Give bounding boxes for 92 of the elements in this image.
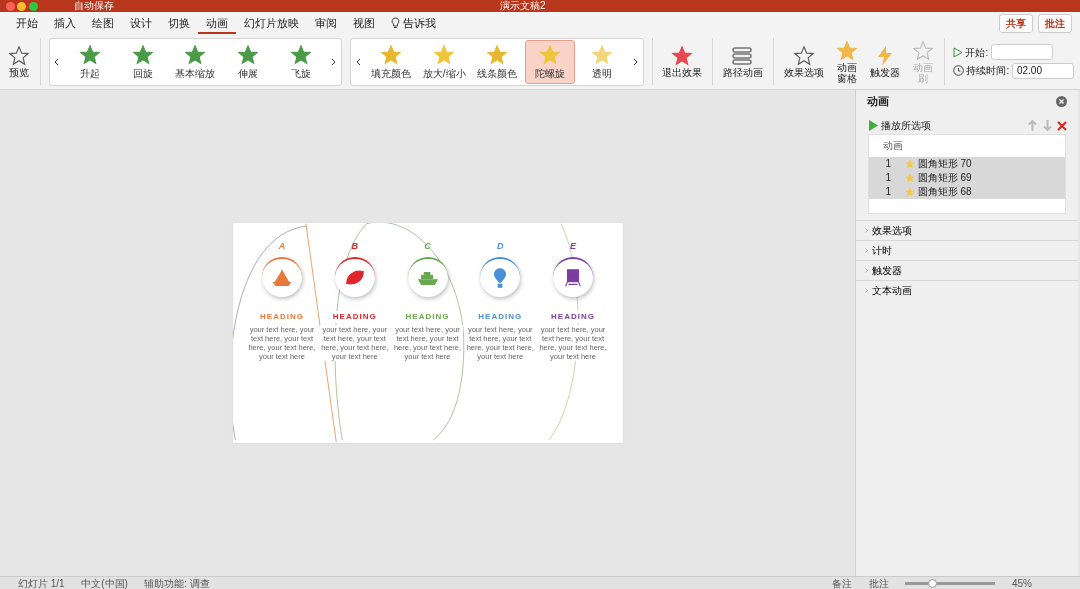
slide-counter: 幻灯片 1/1 xyxy=(18,577,65,589)
accessibility-status[interactable]: 辅助功能: 调查 xyxy=(144,577,210,589)
collapsible-section[interactable]: 文本动画 xyxy=(856,279,1078,300)
star-icon xyxy=(538,43,561,66)
order-number: 1 xyxy=(884,157,892,171)
star-icon xyxy=(78,43,101,66)
step-heading: HEADING xyxy=(551,311,595,323)
collapsible-section[interactable]: 计时 xyxy=(856,239,1078,260)
clock-icon xyxy=(952,65,964,77)
chevron-icon xyxy=(864,226,869,234)
autosave-label: 自动保存 xyxy=(73,0,114,12)
ribbon-button[interactable]: 路径动画 xyxy=(720,45,765,78)
effect-option[interactable]: 陀螺旋 xyxy=(524,39,575,84)
lightning-icon xyxy=(875,45,894,67)
animation-name: 圆角矩形 70 xyxy=(917,157,972,171)
collapsible-section[interactable]: 效果选项 xyxy=(856,219,1078,240)
effect-option[interactable]: 透明 xyxy=(577,39,628,84)
order-number: 1 xyxy=(884,185,892,199)
notes-button[interactable]: 备注 xyxy=(832,577,853,589)
animation-name: 圆角矩形 69 xyxy=(917,171,972,185)
effect-option[interactable]: 线条颜色 xyxy=(471,39,522,84)
step-letter: C xyxy=(424,239,431,252)
star-icon xyxy=(485,43,508,66)
star-icon xyxy=(289,43,312,66)
ribbon-tab[interactable]: 视图 xyxy=(345,12,383,34)
chevron-icon xyxy=(864,266,869,274)
star-icon xyxy=(184,43,207,66)
comments-status-button[interactable]: 批注 xyxy=(869,577,889,589)
pane-title: 动画 xyxy=(867,93,889,109)
order-number: 1 xyxy=(884,171,892,185)
star-outline-icon xyxy=(8,45,30,67)
step-letter: E xyxy=(570,239,576,252)
delete-icon[interactable] xyxy=(1057,120,1067,131)
ribbon-tab[interactable]: 动画 xyxy=(198,12,236,34)
ribbon-tab[interactable]: 切换 xyxy=(160,12,198,34)
train-icon xyxy=(562,267,584,289)
play-icon xyxy=(952,46,963,58)
effect-option[interactable]: 填充颜色 xyxy=(366,39,417,84)
star-icon xyxy=(905,159,915,170)
comments-button[interactable]: 批注 xyxy=(1038,13,1072,33)
ribbon-tab[interactable]: 幻灯片放映 xyxy=(236,12,307,34)
ribbon-button[interactable]: 退出效果 xyxy=(660,45,705,78)
chevron-icon xyxy=(864,246,869,254)
animation-list-item[interactable]: 1 圆角矩形 69 xyxy=(869,171,1065,185)
step-letter: B xyxy=(351,239,358,252)
language-label: 中文(中国) xyxy=(81,577,128,589)
ribbon-button[interactable]: 效果选项 xyxy=(781,45,826,78)
collapsible-section[interactable]: 触发器 xyxy=(856,259,1078,280)
animation-list-item[interactable]: 1 圆角矩形 70 xyxy=(869,157,1065,171)
chevron-icon xyxy=(864,286,869,294)
effect-option[interactable]: 回旋 xyxy=(117,39,168,84)
zoom-level: 45% xyxy=(1012,577,1032,589)
duration-label: 持续时间: xyxy=(966,64,1010,79)
ribbon-button[interactable]: 触发器 xyxy=(867,45,903,78)
step-letter: A xyxy=(278,239,286,252)
list-header: 动画 xyxy=(882,139,904,153)
share-button[interactable]: 共享 xyxy=(998,13,1033,33)
effect-option[interactable]: 飞旋 xyxy=(275,39,326,84)
step-letter: D xyxy=(497,239,504,252)
ribbon-button[interactable]: 动画窗格 xyxy=(833,39,860,84)
star-icon xyxy=(671,45,694,67)
star-icon xyxy=(237,43,260,66)
path-lines-icon xyxy=(730,45,755,67)
ribbon-tab[interactable]: 审阅 xyxy=(307,12,345,34)
play-icon xyxy=(869,120,878,132)
sailboat-icon xyxy=(271,267,293,289)
ribbon-tab[interactable]: 设计 xyxy=(122,12,160,34)
ribbon-tab[interactable]: 插入 xyxy=(46,12,84,34)
animation-name: 圆角矩形 68 xyxy=(917,185,972,199)
start-dropdown[interactable] xyxy=(990,44,1053,61)
preview-button[interactable]: 预览 xyxy=(6,45,32,78)
zoom-slider-thumb[interactable] xyxy=(928,579,938,588)
duration-field[interactable]: 02.00 xyxy=(1011,62,1074,79)
star-icon xyxy=(905,173,915,184)
effect-option[interactable]: 升起 xyxy=(64,39,115,84)
star-icon xyxy=(591,43,614,66)
effect-option[interactable]: 基本缩放 xyxy=(170,39,221,84)
star-icon xyxy=(380,43,403,66)
step-heading: HEADING xyxy=(332,311,377,323)
lightbulb-icon xyxy=(391,17,400,29)
star-icon xyxy=(131,43,154,66)
ribbon-tab[interactable]: 绘图 xyxy=(84,12,122,34)
effect-option[interactable]: 放大/缩小 xyxy=(419,39,470,84)
star-icon xyxy=(433,43,456,66)
tell-me-field[interactable]: 告诉我 xyxy=(383,12,444,34)
ribbon-tab[interactable]: 开始 xyxy=(8,12,46,34)
effect-option[interactable]: 伸展 xyxy=(223,39,274,84)
start-label: 开始: xyxy=(965,45,989,60)
play-selected-button[interactable]: 播放所选项 xyxy=(867,120,933,132)
window-title: 演示文稿2 xyxy=(500,0,546,12)
star-icon xyxy=(905,187,915,198)
animation-list-item[interactable]: 1 圆角矩形 68 xyxy=(869,185,1065,199)
